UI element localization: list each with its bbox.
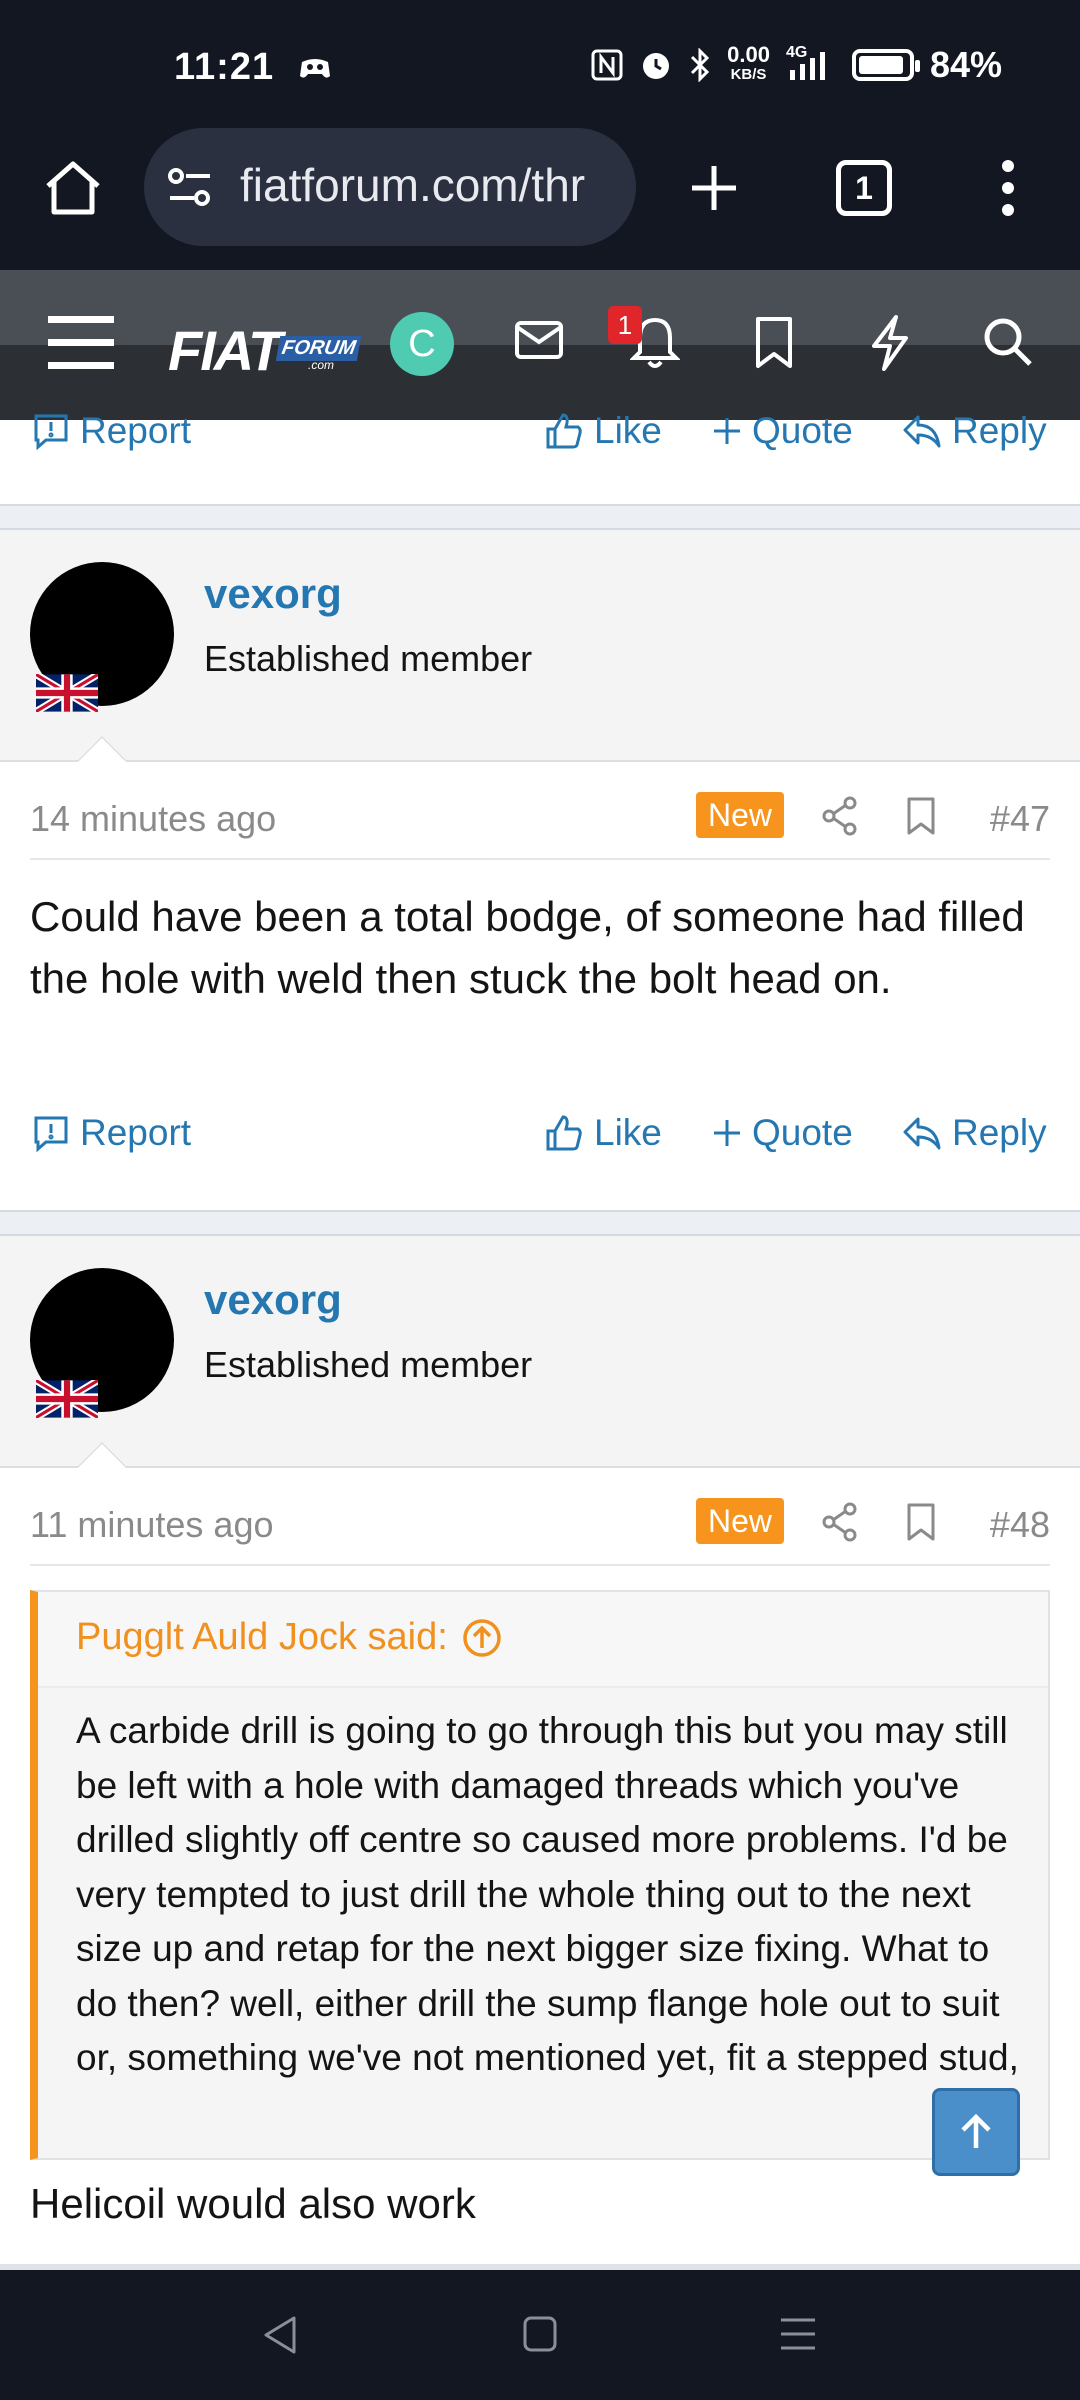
- tab-count: 1: [855, 170, 873, 206]
- like-label: Like: [594, 410, 662, 451]
- share-icon[interactable]: [822, 796, 858, 836]
- author-username[interactable]: vexorg: [204, 570, 342, 618]
- post-author-block: vexorg Established member: [0, 530, 1080, 762]
- arrow-up-circle-icon[interactable]: [462, 1618, 502, 1658]
- quote-block: Pugglt Auld Jock said: A carbide drill i…: [30, 1590, 1050, 2160]
- like-label: Like: [594, 1112, 662, 1153]
- url-text[interactable]: fiatforum.com/thr: [240, 158, 620, 212]
- whats-new-icon[interactable]: [868, 314, 912, 372]
- user-avatar[interactable]: C: [390, 312, 454, 376]
- quote-link[interactable]: Quote: [712, 410, 853, 452]
- post-time[interactable]: 14 minutes ago: [30, 798, 276, 840]
- quote-author: Pugglt Auld Jock said:: [76, 1616, 448, 1658]
- bookmarks-icon[interactable]: [754, 316, 794, 370]
- quote-link[interactable]: Quote: [712, 1112, 853, 1154]
- quote-header: Pugglt Auld Jock said:: [38, 1592, 1048, 1688]
- reply-link[interactable]: Reply: [902, 410, 1047, 452]
- post-time[interactable]: 11 minutes ago: [30, 1504, 274, 1546]
- author-title: Established member: [204, 638, 533, 679]
- like-link[interactable]: Like: [544, 410, 662, 452]
- author-pointer: [76, 736, 128, 762]
- reply-icon: [903, 1117, 941, 1150]
- post-number[interactable]: #47: [990, 798, 1050, 840]
- site-settings-icon[interactable]: [166, 166, 214, 208]
- home-nav-icon[interactable]: [522, 2314, 558, 2354]
- share-icon[interactable]: [822, 1502, 858, 1542]
- signal-icon: 4G: [786, 44, 836, 82]
- uk-flag-icon: [36, 674, 98, 712]
- post-actions: Report Like Quote Reply: [0, 1112, 1080, 1182]
- reply-label: Reply: [952, 410, 1047, 451]
- quote-label: Quote: [752, 410, 853, 451]
- report-icon: [34, 414, 68, 450]
- nfc-icon: [591, 49, 623, 81]
- back-icon[interactable]: [262, 2314, 298, 2356]
- new-tab-icon[interactable]: [688, 162, 740, 214]
- report-label: Report: [80, 1112, 192, 1153]
- post-body: Helicoil would also work: [30, 2180, 476, 2227]
- alarm-icon: [643, 53, 670, 79]
- search-icon[interactable]: [982, 316, 1034, 368]
- quote-author-link[interactable]: Pugglt Auld Jock said:: [76, 1616, 502, 1659]
- post-author-block: vexorg Established member: [0, 1236, 1080, 1468]
- plus-icon: [714, 418, 740, 444]
- bookmark-icon[interactable]: [906, 1502, 936, 1542]
- status-time: 11:21: [174, 46, 275, 88]
- post-number[interactable]: #48: [990, 1504, 1050, 1546]
- reply-link[interactable]: Reply: [902, 1112, 1047, 1154]
- net-speed: 0.00 KB/S: [727, 42, 770, 85]
- report-icon: [34, 1116, 68, 1152]
- notification-badge: 1: [608, 306, 642, 344]
- plus-icon: [714, 1120, 740, 1146]
- system-navigation-bar: [0, 2270, 1080, 2400]
- arrow-up-icon: [961, 2113, 991, 2148]
- net-speed-unit: KB/S: [730, 66, 767, 83]
- tab-switcher-button[interactable]: 1: [836, 160, 892, 216]
- scroll-to-top-button[interactable]: [932, 2088, 1020, 2176]
- author-pointer: [76, 1442, 128, 1468]
- net-speed-value: 0.00: [727, 42, 770, 67]
- thumbs-up-icon: [546, 413, 582, 449]
- more-options-icon[interactable]: [996, 158, 1020, 218]
- new-badge: New: [696, 1498, 784, 1544]
- post-separator: [0, 1210, 1080, 1236]
- battery-percent: 84%: [929, 44, 1002, 85]
- mail-icon[interactable]: [514, 320, 564, 360]
- post-meta: 11 minutes ago New #48: [30, 1496, 1050, 1566]
- quote-label: Quote: [752, 1112, 853, 1153]
- report-link[interactable]: Report: [32, 410, 191, 452]
- fiat-forum-logo[interactable]: FIAT FORUM .com: [168, 318, 362, 382]
- battery-icon: [851, 49, 920, 81]
- reply-label: Reply: [952, 1112, 1047, 1153]
- reply-icon: [903, 415, 941, 448]
- status-bar: 11:21 0.00 KB/S 4G 84%: [0, 0, 1080, 140]
- post-body: Could have been a total bodge, of someon…: [30, 893, 1025, 1002]
- quote-text: A carbide drill is going to go through t…: [76, 1710, 1019, 2078]
- bookmark-icon[interactable]: [906, 796, 936, 836]
- status-icons: 0.00 KB/S 4G 84%: [591, 44, 1002, 86]
- author-title: Established member: [204, 1344, 533, 1385]
- like-link[interactable]: Like: [544, 1112, 662, 1154]
- recents-icon[interactable]: [778, 2314, 818, 2354]
- uk-flag-icon: [36, 1380, 98, 1418]
- home-icon[interactable]: [42, 158, 104, 218]
- thumbs-up-icon: [546, 1115, 582, 1151]
- new-badge: New: [696, 792, 784, 838]
- game-controller-icon: [300, 59, 330, 78]
- report-label: Report: [80, 410, 192, 451]
- post-separator: [0, 504, 1080, 530]
- report-link[interactable]: Report: [32, 1112, 191, 1154]
- author-username[interactable]: vexorg: [204, 1276, 342, 1324]
- post-meta: 14 minutes ago New #47: [30, 790, 1050, 860]
- menu-icon[interactable]: [48, 314, 114, 372]
- bluetooth-icon: [691, 48, 710, 82]
- post-actions-top: Report Like Quote Reply: [0, 410, 1080, 480]
